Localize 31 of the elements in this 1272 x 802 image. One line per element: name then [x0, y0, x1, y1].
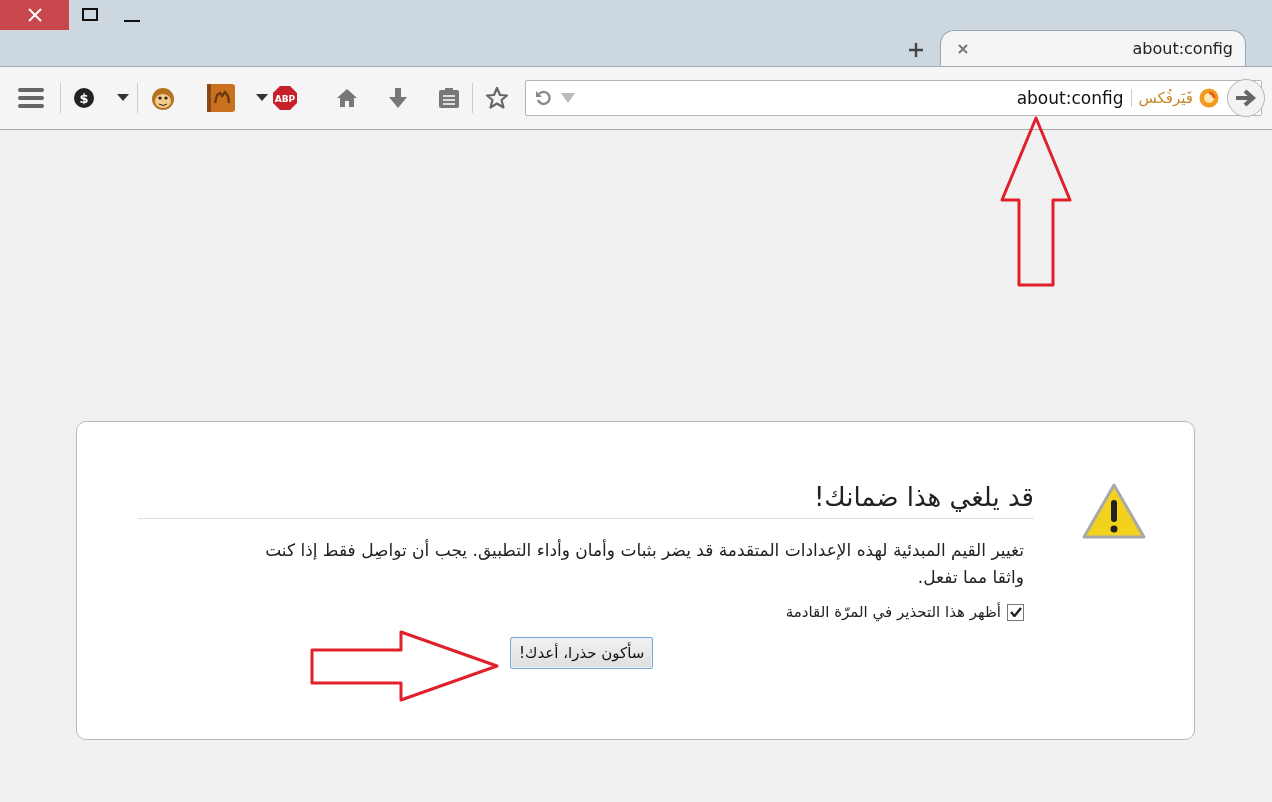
- menu-button[interactable]: [18, 87, 44, 109]
- caret-icon[interactable]: [117, 94, 129, 102]
- firefox-logo-icon[interactable]: [1199, 88, 1219, 108]
- plus-icon: [908, 42, 924, 58]
- minimize-icon: [124, 20, 140, 22]
- right-arrow-icon: [1235, 88, 1257, 108]
- camel-book-icon[interactable]: [206, 83, 236, 113]
- reload-icon[interactable]: [534, 89, 552, 107]
- go-button[interactable]: [1227, 79, 1265, 117]
- close-tab-icon[interactable]: [957, 42, 969, 55]
- url-text: about:config: [576, 87, 1126, 109]
- adblock-button[interactable]: ABP: [272, 85, 298, 111]
- dollar-coin-icon[interactable]: $: [73, 87, 95, 109]
- download-button[interactable]: [388, 87, 408, 109]
- close-button[interactable]: [0, 0, 69, 30]
- checkbox-label: أظهر هذا التحذير في المرّة القادمة: [785, 603, 1001, 621]
- show-warning-checkbox[interactable]: أظهر هذا التحذير في المرّة القادمة: [138, 603, 1024, 621]
- star-icon[interactable]: [485, 86, 509, 110]
- clipboard-list-icon[interactable]: [438, 87, 460, 109]
- monkey-face-icon[interactable]: [150, 85, 176, 111]
- accept-risk-button[interactable]: سأكون حذرا، أعدك!: [510, 637, 654, 669]
- warning-title: قد يلغي هذا ضمانك!: [138, 482, 1034, 519]
- checkbox[interactable]: [1007, 603, 1024, 621]
- caret-icon[interactable]: [256, 94, 268, 102]
- tab-title: about:config: [1132, 39, 1233, 58]
- close-icon: [26, 7, 43, 23]
- maximize-icon: [82, 8, 98, 22]
- browser-tab[interactable]: about:config: [940, 30, 1246, 66]
- warning-message: تغيير القيم المبدئية لهذه الإعدادات المتقدمة قد يضر بثبات وأمان وأداء التطبيق. يجب أن تواصِل فقط إذا كنت واثقا مما تفعل.: [264, 538, 1024, 589]
- home-button[interactable]: [336, 88, 358, 108]
- warning-triangle-icon: [1082, 482, 1146, 540]
